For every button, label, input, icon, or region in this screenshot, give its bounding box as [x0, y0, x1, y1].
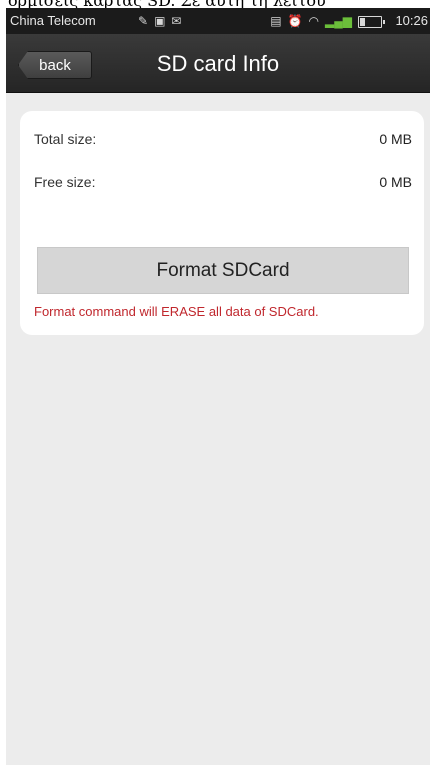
- wifi-icon: ◠: [308, 14, 320, 28]
- battery-icon: [358, 15, 385, 28]
- gallery-icon: ▣: [154, 14, 166, 28]
- page-title: SD card Info: [156, 51, 280, 76]
- status-bar: China Telecom ✎ ▣ ✉ ▤ ⏰ ◠ ▂▄▆ 10:26: [6, 8, 430, 34]
- alarm-icon: ⏰: [287, 14, 303, 28]
- total-size-label: Total size:: [34, 131, 97, 147]
- system-icons: ▤ ⏰ ◠ ▂▄▆: [270, 13, 385, 29]
- chat-icon: ✉: [171, 14, 182, 28]
- screen: όρμισεις κάρτας SD. Σε αυτή τη λειτου Ch…: [6, 0, 430, 765]
- carrier-name: China Telecom: [10, 13, 96, 28]
- wechat-icon: ✎: [138, 14, 149, 28]
- total-size-value: 0 MB: [379, 131, 412, 147]
- free-size-value: 0 MB: [379, 174, 412, 190]
- notification-icons: ✎ ▣ ✉: [138, 13, 181, 29]
- sd-info-card: Total size: 0 MB Free size: 0 MB Format …: [20, 111, 424, 335]
- format-sdcard-button[interactable]: Format SDCard: [37, 247, 409, 294]
- signal-icon: ▂▄▆: [325, 14, 352, 28]
- nfc-icon: ▤: [270, 14, 282, 28]
- caption-strip: όρμισεις κάρτας SD. Σε αυτή τη λειτου: [6, 0, 430, 8]
- format-warning: Format command will ERASE all data of SD…: [34, 304, 319, 319]
- caption-text: όρμισεις κάρτας SD. Σε αυτή τη λειτου: [8, 0, 326, 8]
- clock: 10:26: [395, 13, 428, 28]
- free-size-label: Free size:: [34, 174, 96, 190]
- title-bar: back SD card Info: [6, 34, 430, 93]
